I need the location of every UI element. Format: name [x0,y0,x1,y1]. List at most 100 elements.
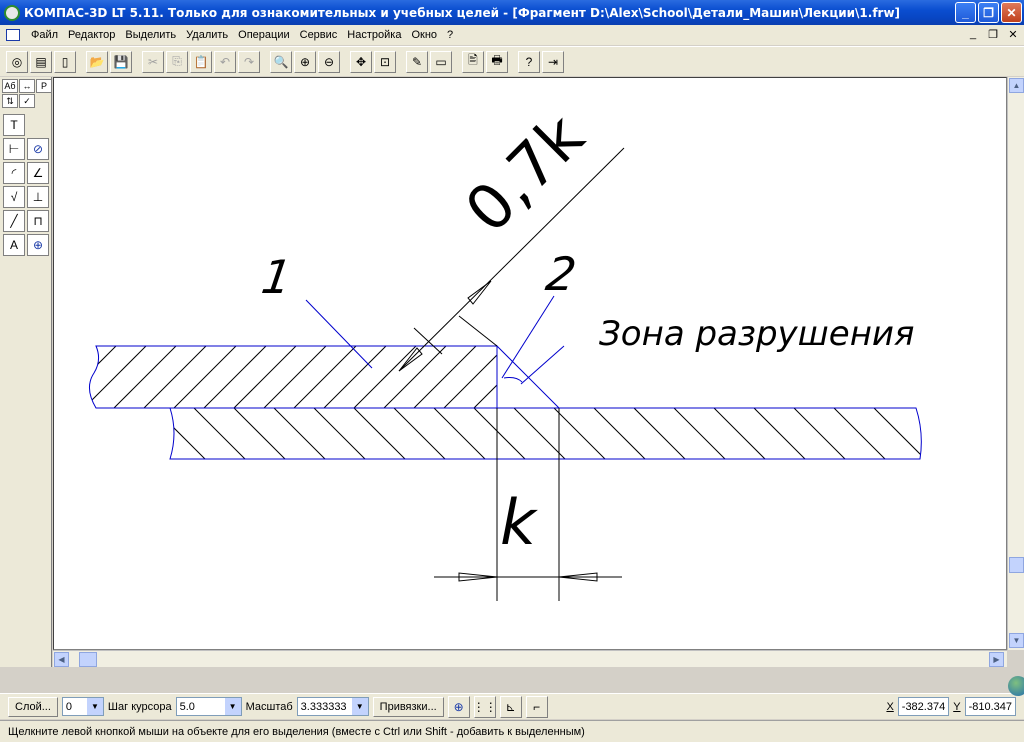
doc-minimize-button[interactable]: _ [966,27,980,41]
layer-icon[interactable]: ▭ [430,50,452,73]
kompas-app-icon[interactable] [4,4,20,21]
y-coordinate-label: Y [953,700,961,713]
bottom-plate-outline [169,407,922,460]
print-icon[interactable]: 🖶 [486,50,508,73]
chevron-down-icon[interactable]: ▼ [351,698,368,715]
save-icon[interactable]: 💾 [110,50,132,73]
zoom-in-icon[interactable]: ⊕ [294,50,316,73]
horizontal-scroll-thumb[interactable] [79,652,97,667]
help-icon[interactable]: ? [518,50,540,73]
radius-dimension-icon[interactable]: ◜ [3,162,25,184]
preview-icon[interactable]: 🖹 [462,50,484,73]
menu-select[interactable]: Выделить [120,29,181,41]
menu-settings[interactable]: Настройка [342,29,406,41]
layer-button[interactable]: Слой... [8,696,58,717]
scroll-right-arrow[interactable]: ▶ [989,652,1004,667]
menu-file[interactable]: Файл [26,29,63,41]
label-icon[interactable]: A [3,234,25,256]
layer-combo[interactable]: 0 ▼ [61,697,104,716]
close-button[interactable]: ✕ [1001,2,1022,23]
y-coordinate-field[interactable]: -810.347 [964,697,1016,716]
pan-icon[interactable]: ✥ [350,50,372,73]
copy-icon[interactable]: ⎘ [166,50,188,73]
roughness-icon[interactable]: √ [3,186,25,208]
tab-geometry[interactable]: Аб [2,79,18,93]
weld-fillet [496,344,561,409]
menu-delete[interactable]: Удалить [181,29,233,41]
maximize-button[interactable]: ❐ [978,2,999,23]
snaps-button[interactable]: Привязки... [372,696,444,717]
cursor-step-label: Шаг курсора [107,700,172,713]
leader-icon[interactable]: ╱ [3,210,25,232]
label-07k: 0,7k [451,100,598,247]
tab-edit[interactable]: Р [36,79,52,93]
undo-icon[interactable]: ↶ [214,50,236,73]
tab-dimensions[interactable]: ↔ [19,79,35,93]
chevron-down-icon[interactable]: ▼ [86,698,103,715]
paste-icon[interactable]: 📋 [190,50,212,73]
local-cs-icon[interactable]: ⊾ [499,695,522,718]
scale-value: 3.333333 [300,700,347,713]
menu-operations[interactable]: Операции [233,29,294,41]
compact-panel: Аб ↔ Р ⇅ ✓ T ⊢ ⊘ ◜ ∠ √ ⊥ ╱ ⊓ A ⊕ [0,77,52,667]
fracture-zone-curve [503,377,523,383]
leader-line-2 [501,295,555,379]
document-icon[interactable] [6,29,20,41]
hint-text: Щелкните левой кнопкой мыши на объекте д… [8,725,585,738]
base-icon[interactable]: ⊥ [27,186,49,208]
form-tolerance-icon[interactable]: ⊓ [27,210,49,232]
scroll-down-arrow[interactable]: ▼ [1009,633,1024,648]
label-k: k [500,486,538,559]
new-sheet-icon[interactable]: ▤ [30,50,52,73]
scale-combo[interactable]: 3.333333 ▼ [296,697,369,716]
dimension-tools: T ⊢ ⊘ ◜ ∠ √ ⊥ ╱ ⊓ A ⊕ [0,110,51,260]
menu-editor[interactable]: Редактор [63,29,120,41]
exit-icon[interactable]: ⇥ [542,50,564,73]
hint-line: Щелкните левой кнопкой мыши на объекте д… [0,720,1024,742]
vertical-scrollbar[interactable]: ▲ ▼ [1007,77,1024,650]
open-icon[interactable]: 📂 [86,50,108,73]
scroll-left-arrow[interactable]: ◀ [54,652,69,667]
center-icon[interactable]: ⊕ [27,234,49,256]
text-icon[interactable]: T [3,114,25,136]
new-document-icon[interactable]: ▯ [54,50,76,73]
redo-icon[interactable]: ↷ [238,50,260,73]
new-fragment-icon[interactable]: ◎ [6,50,28,73]
document-window-controls: _ ❐ ✕ [966,27,1020,41]
linear-dimension-icon[interactable]: ⊢ [3,138,25,160]
zoom-icon[interactable]: 🔍 [270,50,292,73]
bottom-plate-hatch [170,408,922,459]
tab-measure[interactable]: ⇅ [2,94,18,108]
diameter-dimension-icon[interactable]: ⊘ [27,138,49,160]
label-1: 1 [258,250,295,304]
minimize-button[interactable]: _ [955,2,976,23]
chevron-down-icon[interactable]: ▼ [224,698,241,715]
cursor-step-combo[interactable]: 5.0 ▼ [175,697,242,716]
snap-settings-icon[interactable]: ⊕ [447,695,470,718]
status-bar: Слой... 0 ▼ Шаг курсора 5.0 ▼ Масштаб 3.… [0,693,1024,719]
grid-icon[interactable]: ⋮⋮ [473,695,497,718]
doc-restore-button[interactable]: ❐ [986,27,1000,41]
ortho-icon[interactable]: ⌐ [525,695,548,718]
menu-window[interactable]: Окно [406,29,442,41]
dim-arrow-upper [467,280,492,305]
menu-help[interactable]: ? [442,29,458,41]
menu-service[interactable]: Сервис [295,29,343,41]
vertical-scroll-thumb[interactable] [1009,557,1024,573]
leader-line-1 [305,299,373,369]
angle-dimension-icon[interactable]: ∠ [27,162,49,184]
panel-tabs: Аб ↔ Р ⇅ ✓ [0,77,52,110]
drawing-canvas[interactable]: 1 2 0,7k Зона разрушения k [53,77,1007,650]
zoom-all-icon[interactable]: ⊡ [374,50,396,73]
title-bar: КОМПАС-3D LT 5.11. Только для ознакомите… [0,0,1024,25]
horizontal-scrollbar[interactable]: ◀ ▶ [53,650,1007,667]
tab-select[interactable]: ✓ [19,94,35,108]
main-toolbar: ◎ ▤ ▯ 📂 💾 ✂ ⎘ 📋 ↶ ↷ 🔍 ⊕ ⊖ ✥ ⊡ ✎ ▭ 🖹 🖶 ? … [0,46,1024,76]
zoom-out-icon[interactable]: ⊖ [318,50,340,73]
cut-icon[interactable]: ✂ [142,50,164,73]
doc-close-button[interactable]: ✕ [1006,27,1020,41]
scroll-up-arrow[interactable]: ▲ [1009,78,1024,93]
x-coordinate-field[interactable]: -382.374 [897,697,950,716]
layer-value: 0 [65,700,73,713]
pencil-icon[interactable]: ✎ [406,50,428,73]
